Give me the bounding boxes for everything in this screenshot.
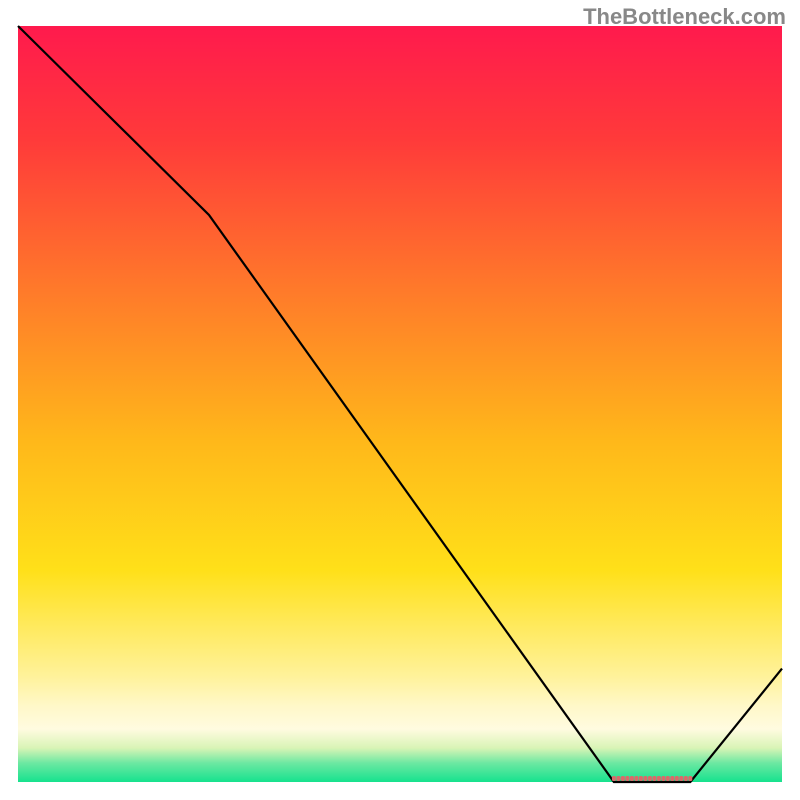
bottleneck-chart: [0, 0, 800, 800]
watermark-label: TheBottleneck.com: [583, 4, 786, 30]
chart-container: TheBottleneck.com: [0, 0, 800, 800]
